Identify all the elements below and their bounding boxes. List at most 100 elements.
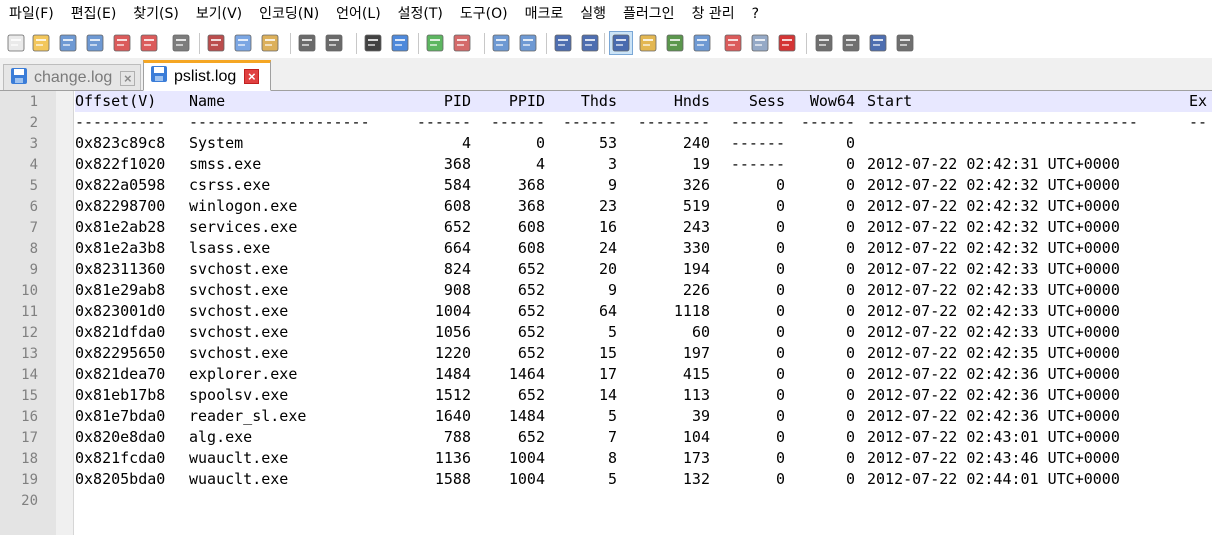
monitor-icon[interactable] xyxy=(749,32,771,54)
text-editor[interactable]: 1 2 3 4 5 6 7 8 9 10 11 12 13 14 15 16 17 18 19 20 Offset(V… xyxy=(0,91,1212,535)
cell-name: winlogon.exe xyxy=(189,197,298,215)
undo-icon[interactable] xyxy=(296,32,318,54)
menu-item[interactable]: 실행 xyxy=(571,0,614,29)
cell-sess: 0 xyxy=(775,386,785,404)
redo-icon[interactable] xyxy=(323,32,345,54)
cell-thds: 23 xyxy=(598,197,617,215)
menu-item[interactable]: 설정(T) xyxy=(389,0,451,29)
doc-map-icon[interactable] xyxy=(664,32,686,54)
close-tab-icon[interactable]: × xyxy=(244,69,260,84)
save-all-icon[interactable] xyxy=(84,32,106,54)
cell-sess: 0 xyxy=(775,344,785,362)
find-icon[interactable] xyxy=(362,32,384,54)
cell-thds: 24 xyxy=(598,239,617,257)
cell-thds: 17 xyxy=(598,365,617,383)
cell-offset: 0x821dea70 xyxy=(75,365,166,383)
cell-pid: 1640 xyxy=(434,407,471,425)
word-wrap-icon[interactable] xyxy=(552,32,574,54)
line-number: 10 xyxy=(21,283,38,299)
cell-wow64: 0 xyxy=(845,260,855,278)
cell-hnds: 197 xyxy=(682,344,710,362)
cut-icon[interactable] xyxy=(205,32,227,54)
cell-thds: 9 xyxy=(607,176,617,194)
cell-start: 2012-07-22 02:42:36 UTC+0000 xyxy=(867,407,1120,425)
menu-item[interactable]: 보기(V) xyxy=(187,0,250,29)
zoom-in-icon[interactable] xyxy=(424,32,446,54)
cell-wow64: 0 xyxy=(845,470,855,488)
cell-wow64: 0 xyxy=(845,281,855,299)
play-macro-icon[interactable] xyxy=(840,32,862,54)
close-icon[interactable] xyxy=(111,32,133,54)
cell-sess: Sess xyxy=(748,92,785,110)
user-language-icon[interactable] xyxy=(637,32,659,54)
cell-pid: 1220 xyxy=(434,344,471,362)
cell-ppid: 652 xyxy=(517,344,545,362)
cell-name: smss.exe xyxy=(189,155,262,173)
cell-thds: 15 xyxy=(598,344,617,362)
cell-sess: 0 xyxy=(775,302,785,320)
cell-hnds: 113 xyxy=(682,386,710,404)
run-macro-multiple-icon[interactable] xyxy=(867,32,889,54)
replace-icon[interactable] xyxy=(389,32,411,54)
sync-horizontal-icon[interactable] xyxy=(517,32,539,54)
copy-icon[interactable] xyxy=(232,32,254,54)
save-icon[interactable] xyxy=(57,32,79,54)
menu-item[interactable]: 창 관리 xyxy=(683,0,743,29)
cell-hnds: 60 xyxy=(691,323,710,341)
menu-bar: 파일(F) 편집(E) 찾기(S) 보기(V) 인코딩(N) 언어(L) 설정(T) 도구(O… xyxy=(0,0,1212,29)
line-number: 11 xyxy=(21,304,38,320)
menu-item[interactable]: 플러그인 xyxy=(614,0,683,29)
sync-vertical-icon[interactable] xyxy=(490,32,512,54)
indent-guide-icon[interactable] xyxy=(609,31,633,55)
menu-item[interactable]: 인코딩(N) xyxy=(250,0,327,29)
cell-wow64: 0 xyxy=(845,197,855,215)
cell-hnds: 519 xyxy=(682,197,710,215)
new-file-icon[interactable] xyxy=(5,32,27,54)
toolbar-separator xyxy=(418,33,419,54)
cell-sess: 0 xyxy=(775,281,785,299)
table-row: 0x821dea70 explorer.exe 1484 1464 17 415 0 0 201… xyxy=(75,364,1212,385)
menu-item[interactable]: 언어(L) xyxy=(327,0,388,29)
record-macro-icon[interactable] xyxy=(776,32,798,54)
cell-pid: 1136 xyxy=(434,449,471,467)
close-tab-icon[interactable]: × xyxy=(120,70,136,86)
save-macro-icon[interactable] xyxy=(894,32,916,54)
open-folder-icon[interactable] xyxy=(30,32,52,54)
cell-name: alg.exe xyxy=(189,428,253,446)
cell-wow64: Wow64 xyxy=(809,92,855,110)
table-row: 0x822a0598 csrss.exe 584 368 9 326 0 0 2012-07-2… xyxy=(75,175,1212,196)
menu-item[interactable]: 매크로 xyxy=(516,0,572,29)
stop-macro-icon[interactable] xyxy=(813,32,835,54)
menu-item[interactable]: 도구(O) xyxy=(451,0,516,29)
cell-pid: 608 xyxy=(443,197,471,215)
paste-icon[interactable] xyxy=(259,32,281,54)
close-all-icon[interactable] xyxy=(138,32,160,54)
cell-thds: 5 xyxy=(607,470,617,488)
cell-ppid: 652 xyxy=(517,281,545,299)
folder-workspace-icon[interactable] xyxy=(722,32,744,54)
menu-item[interactable]: 찾기(S) xyxy=(124,0,187,29)
cell-hnds: 194 xyxy=(682,260,710,278)
cell-ppid: 368 xyxy=(517,197,545,215)
toolbar xyxy=(0,29,1212,58)
tab-pslist-log[interactable]: pslist.log × xyxy=(143,60,271,91)
function-list-icon[interactable] xyxy=(691,32,713,54)
print-icon[interactable] xyxy=(170,32,192,54)
line-number: 17 xyxy=(21,430,38,446)
cell-start: 2012-07-22 02:43:01 UTC+0000 xyxy=(867,428,1120,446)
cell-ppid: 652 xyxy=(517,260,545,278)
menu-item[interactable]: 편집(E) xyxy=(62,0,125,29)
cell-pid: PID xyxy=(443,92,471,110)
menu-item[interactable]: ? xyxy=(743,0,767,29)
fold-margin[interactable] xyxy=(56,91,74,535)
cell-offset: 0x82295650 xyxy=(75,344,166,362)
cell-ppid: 1484 xyxy=(508,407,545,425)
menu-item[interactable]: 파일(F) xyxy=(0,0,62,29)
cell-name: spoolsv.exe xyxy=(189,386,289,404)
zoom-out-icon[interactable] xyxy=(451,32,473,54)
show-all-chars-icon[interactable] xyxy=(579,32,601,54)
cell-name: svchost.exe xyxy=(189,302,289,320)
line-number: 7 xyxy=(29,220,38,236)
tab-change-log[interactable]: change.log × xyxy=(3,64,141,91)
cell-ppid: 608 xyxy=(517,239,545,257)
